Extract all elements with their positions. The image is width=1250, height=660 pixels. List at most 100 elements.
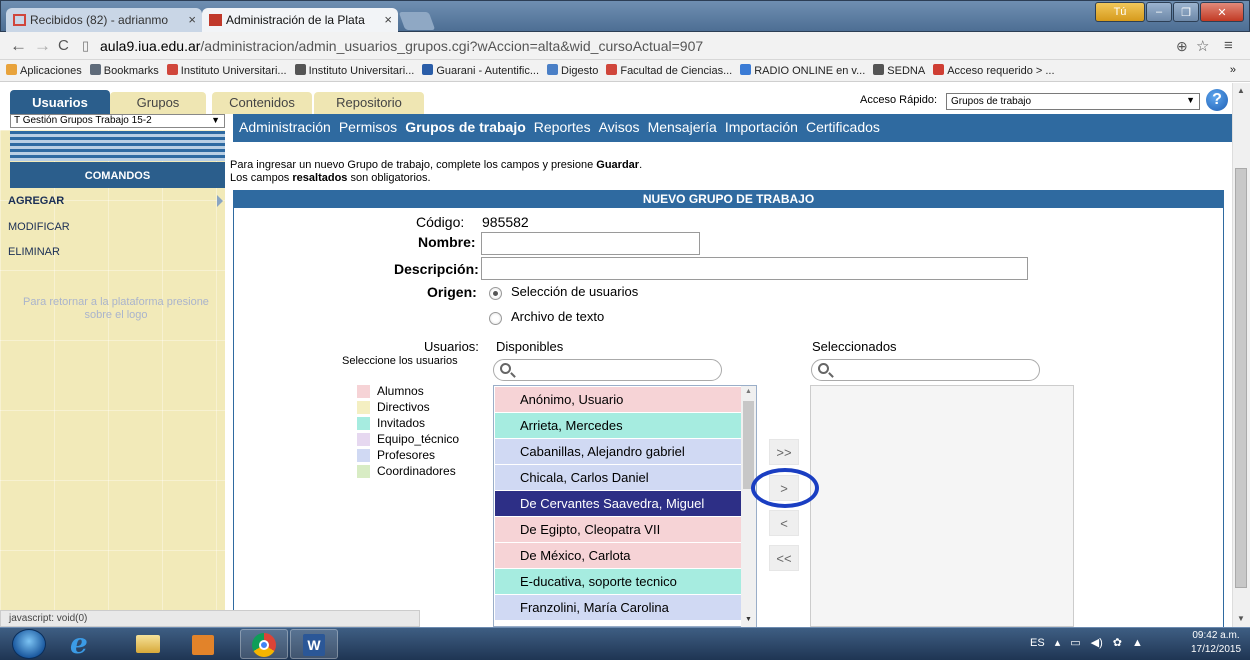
bookmarks-more-button[interactable]: » bbox=[1230, 64, 1236, 76]
course-select[interactable]: T Gestión Grupos Trabajo 15-2 ▼ bbox=[10, 114, 225, 128]
bookmark-item[interactable]: Acceso requerido > ... bbox=[933, 64, 1055, 77]
menu-item[interactable]: Certificados bbox=[806, 119, 880, 135]
menu-item[interactable]: Grupos de trabajo bbox=[405, 119, 526, 135]
bookmark-item[interactable]: RADIO ONLINE en v... bbox=[740, 64, 865, 77]
start-button[interactable] bbox=[12, 629, 46, 659]
origen-option-archivo[interactable]: Archivo de texto bbox=[511, 309, 604, 324]
user-list-item[interactable]: De México, Carlota bbox=[495, 543, 741, 568]
close-window-button[interactable]: ✕ bbox=[1200, 2, 1244, 22]
legend-label: Directivos bbox=[377, 400, 430, 414]
user-list-item[interactable]: Arrieta, Mercedes bbox=[495, 413, 741, 438]
close-tab-icon[interactable]: × bbox=[384, 12, 392, 27]
internet-explorer-icon[interactable]: e bbox=[60, 627, 108, 660]
user-list-item[interactable]: De Cervantes Saavedra, Miguel bbox=[495, 491, 741, 516]
browser-tab-admin[interactable]: Administración de la Plata × bbox=[202, 8, 398, 32]
tab-usuarios[interactable]: Usuarios bbox=[10, 90, 110, 114]
zoom-icon[interactable]: ⊕ bbox=[1176, 38, 1188, 55]
page-icon: ▯ bbox=[82, 38, 90, 53]
bookmark-item[interactable]: Instituto Universitari... bbox=[294, 64, 414, 77]
sidebar-item-eliminar[interactable]: ELIMINAR bbox=[8, 246, 60, 258]
bookmark-item[interactable]: SEDNA bbox=[873, 64, 925, 77]
user-list-item[interactable]: Franzolini, María Carolina bbox=[495, 595, 741, 620]
sidebar-info: Para retornar a la plataforma presione s… bbox=[23, 296, 209, 321]
maximize-button[interactable]: ❐ bbox=[1173, 2, 1199, 22]
scroll-up-icon[interactable]: ▲ bbox=[1237, 86, 1245, 95]
bookmark-item[interactable]: Guarani - Autentific... bbox=[422, 64, 539, 77]
list-scrollbar-thumb[interactable] bbox=[743, 401, 754, 489]
disponibles-list[interactable]: Anónimo, Usuario Arrieta, Mercedes Cabanil… bbox=[493, 385, 757, 627]
user-list-item[interactable]: De Egipto, Cleopatra VII bbox=[495, 517, 741, 542]
user-list-item[interactable]: E-ducativa, soporte tecnico bbox=[495, 569, 741, 594]
reload-icon[interactable]: C bbox=[58, 37, 69, 54]
play-icon bbox=[740, 64, 752, 75]
move-all-left-button[interactable]: << bbox=[769, 545, 799, 571]
menu-item[interactable]: Avisos bbox=[599, 119, 640, 135]
tray-icon[interactable]: ▴ bbox=[1055, 637, 1061, 649]
bookmark-item[interactable]: Aplicaciones bbox=[6, 64, 82, 77]
scroll-down-icon[interactable]: ▼ bbox=[1237, 614, 1245, 623]
tray-icon[interactable]: ▭ bbox=[1070, 637, 1080, 649]
clock-time: 09:42 a.m. bbox=[1192, 630, 1240, 641]
move-all-right-button[interactable]: >> bbox=[769, 439, 799, 465]
highlight-circle bbox=[751, 468, 819, 508]
bookmark-item[interactable]: Facultad de Ciencias... bbox=[606, 64, 732, 77]
note-part: son obligatorios. bbox=[347, 172, 431, 184]
menu-item[interactable]: Mensajería bbox=[648, 119, 717, 135]
bookmark-star-icon[interactable]: ☆ bbox=[1196, 37, 1209, 55]
origen-radio-archivo[interactable] bbox=[489, 312, 502, 325]
quick-access-select[interactable]: Grupos de trabajo ▼ bbox=[946, 93, 1200, 110]
arrow-right-icon bbox=[217, 195, 223, 207]
menu-item[interactable]: Importación bbox=[725, 119, 798, 135]
nombre-input[interactable] bbox=[481, 232, 700, 255]
required-note: Los campos resaltados son obligatorios. bbox=[230, 172, 431, 184]
tab-repositorio[interactable]: Repositorio bbox=[314, 92, 424, 114]
forward-icon[interactable]: → bbox=[34, 36, 51, 56]
chrome-icon[interactable] bbox=[240, 629, 288, 659]
disponibles-search-input[interactable] bbox=[493, 359, 722, 381]
user-list-item[interactable]: Cabanillas, Alejandro gabriel bbox=[495, 439, 741, 464]
origen-radio-usuarios[interactable] bbox=[489, 287, 502, 300]
menu-item[interactable]: Administración bbox=[239, 119, 331, 135]
clock[interactable]: 09:42 a.m. 17/12/2015 bbox=[1190, 629, 1242, 657]
new-tab-button[interactable] bbox=[398, 12, 436, 30]
outlook-icon[interactable] bbox=[180, 629, 228, 659]
menu-icon[interactable]: ≡ bbox=[1224, 37, 1233, 54]
bookmark-item[interactable]: Bookmarks bbox=[89, 64, 159, 77]
menu-item[interactable]: Permisos bbox=[339, 119, 397, 135]
note-part: Los campos bbox=[230, 172, 293, 184]
scroll-down-icon[interactable]: ▼ bbox=[745, 616, 752, 623]
move-left-button[interactable]: < bbox=[769, 510, 799, 536]
sidebar-item-modificar[interactable]: MODIFICAR bbox=[8, 221, 70, 233]
gmail-icon bbox=[166, 64, 178, 75]
browser-tab-gmail[interactable]: Recibidos (82) - adrianmo × bbox=[6, 8, 202, 32]
seleccionados-list[interactable] bbox=[810, 385, 1074, 627]
menu-item[interactable]: Reportes bbox=[534, 119, 591, 135]
tray-icon[interactable]: ◀) bbox=[1091, 637, 1103, 649]
tray-icon[interactable]: ✿ bbox=[1113, 637, 1122, 649]
descripcion-input[interactable] bbox=[481, 257, 1028, 280]
page-scrollbar-thumb[interactable] bbox=[1235, 168, 1247, 588]
minimize-button[interactable]: – bbox=[1146, 2, 1172, 22]
word-icon[interactable]: W bbox=[290, 629, 338, 659]
bookmark-item[interactable]: Digesto bbox=[547, 64, 598, 77]
apps-grid-icon bbox=[6, 64, 17, 75]
language-indicator[interactable]: ES bbox=[1030, 637, 1045, 649]
tray-icon[interactable]: ▲ bbox=[1132, 637, 1143, 649]
profile-button[interactable]: Tú bbox=[1095, 2, 1145, 22]
back-icon[interactable]: ← bbox=[10, 36, 27, 56]
tab-contenidos[interactable]: Contenidos bbox=[212, 92, 312, 114]
user-list-item[interactable]: Anónimo, Usuario bbox=[495, 387, 741, 412]
url-field[interactable]: aula9.iua.edu.ar/administracion/admin_us… bbox=[100, 38, 703, 54]
sidebar-stripes bbox=[10, 131, 225, 161]
intro-text-part: . bbox=[639, 159, 643, 171]
help-icon[interactable]: ? bbox=[1206, 89, 1228, 111]
origen-option-usuarios[interactable]: Selección de usuarios bbox=[511, 284, 638, 299]
close-tab-icon[interactable]: × bbox=[188, 12, 196, 27]
user-list-item[interactable]: Chicala, Carlos Daniel bbox=[495, 465, 741, 490]
tab-grupos[interactable]: Grupos bbox=[110, 92, 206, 114]
bookmark-item[interactable]: Instituto Universitari... bbox=[166, 64, 287, 77]
seleccionados-search-input[interactable] bbox=[811, 359, 1040, 381]
sidebar-item-agregar[interactable]: AGREGAR bbox=[8, 195, 64, 207]
scroll-up-icon[interactable]: ▲ bbox=[745, 388, 752, 395]
file-explorer-icon[interactable] bbox=[124, 629, 172, 659]
